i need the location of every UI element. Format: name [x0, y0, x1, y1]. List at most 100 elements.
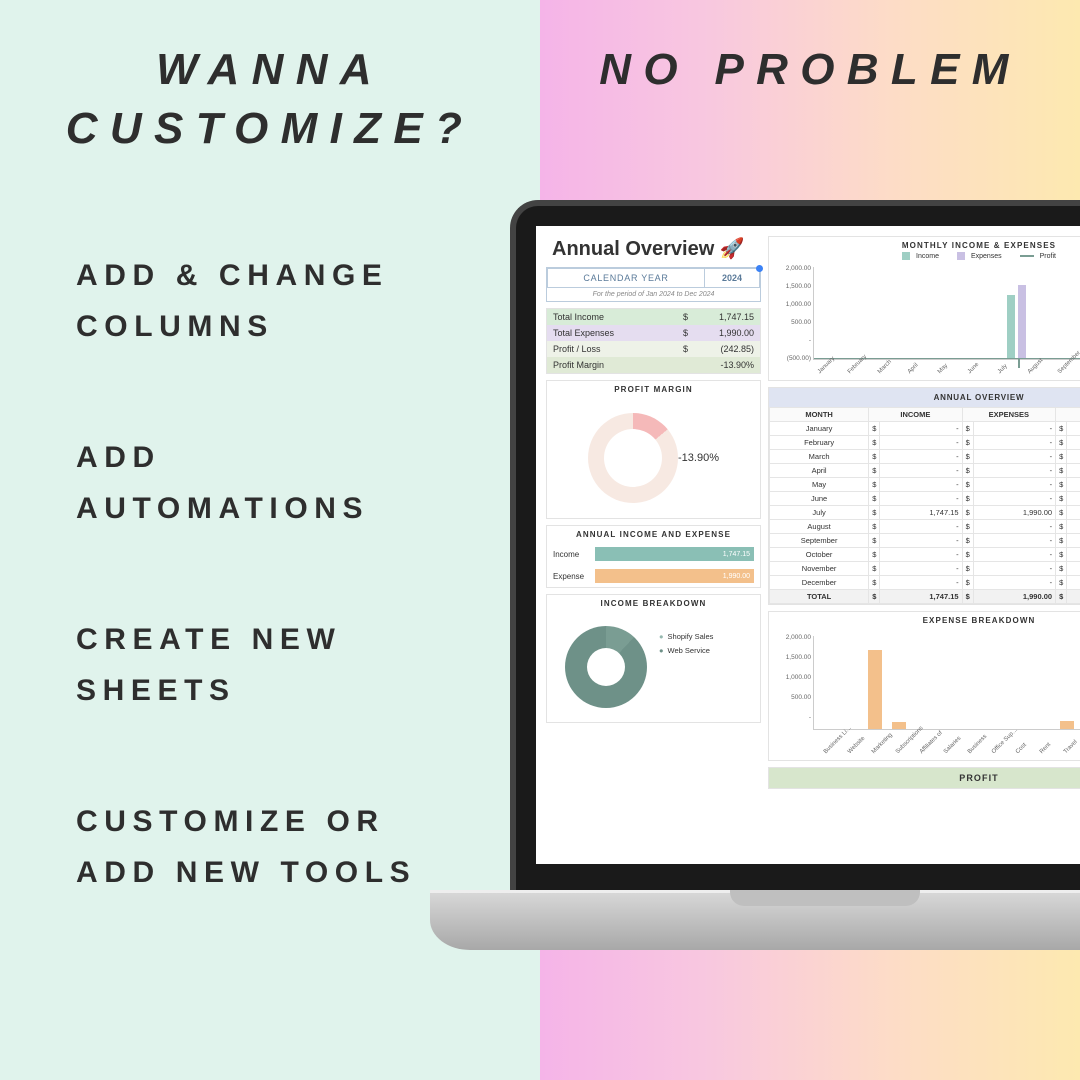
table-row: August$-$-$- [770, 520, 1080, 534]
monthly-chart-title: MONTHLY INCOME & EXPENSES [773, 241, 1080, 250]
currency-symbol: $ [683, 344, 699, 354]
annual-expense-bar: Expense 1,990.00 [547, 565, 760, 587]
income-breakdown-panel: INCOME BREAKDOWN Shopify Sales Web Servi… [546, 594, 761, 723]
currency-symbol: $ [683, 328, 699, 338]
cell-month: February [770, 436, 869, 450]
table-row: June$-$-$- [770, 492, 1080, 506]
xl: Cost [1015, 742, 1028, 755]
promo-canvas: WANNA CUSTOMIZE? NO PROBLEM ADD & CHANGE… [0, 0, 1080, 1080]
legend-expenses: Expenses [953, 253, 1006, 260]
table-row: April$-$-$- [770, 464, 1080, 478]
laptop-screen: Annual Overview 🚀 CALENDAR YEAR 2024 For… [536, 226, 1080, 864]
profit-dip [1018, 359, 1020, 368]
cell-expenses: - [973, 534, 1055, 548]
table-row: December$-$-$- [770, 576, 1080, 590]
total-profit: (242.85) [1067, 590, 1080, 604]
cell-expenses: - [973, 450, 1055, 464]
th-expenses: EXPENSES [962, 408, 1056, 422]
expense-breakdown-title: EXPENSE BREAKDOWN [773, 616, 1080, 625]
overview-total-row: TOTAL $1,747.15 $1,990.00 $(242.85) [770, 590, 1080, 604]
summary-profit-value: (242.85) [699, 344, 754, 354]
table-row: January$-$-$- [770, 422, 1080, 436]
legend-income: Income [898, 253, 943, 260]
laptop-screen-bezel: Annual Overview 🚀 CALENDAR YEAR 2024 For… [510, 200, 1080, 900]
summary-margin-label: Profit Margin [553, 360, 683, 370]
summary-income-row: Total Income $ 1,747.15 [547, 309, 760, 325]
bullet-1: ADD & CHANGE COLUMNS [76, 250, 456, 352]
cell-income: - [880, 450, 962, 464]
income-bar: 1,747.15 [595, 547, 754, 561]
dashboard-left-col: Annual Overview 🚀 CALENDAR YEAR 2024 For… [546, 236, 761, 729]
xl: Salaries [943, 736, 963, 756]
xl: March [877, 359, 893, 375]
cell-month: March [770, 450, 869, 464]
bullet-list: ADD & CHANGE COLUMNS ADD AUTOMATIONS CRE… [76, 250, 456, 978]
calendar-year-label: CALENDAR YEAR [548, 269, 704, 287]
ytick: - [773, 714, 811, 721]
summary-expense-value: 1,990.00 [699, 328, 754, 338]
xl: July [997, 363, 1009, 375]
cell-expenses: - [973, 576, 1055, 590]
table-row: March$-$-$- [770, 450, 1080, 464]
income-breakdown-chart: Shopify Sales Web Service [547, 612, 760, 722]
profit-margin-panel: PROFIT MARGIN -13.90% [546, 380, 761, 519]
currency-symbol: $ [683, 312, 699, 322]
xl: Website [847, 736, 867, 756]
ytick: 1,000.00 [773, 674, 811, 681]
cell-month: October [770, 548, 869, 562]
calendar-year-value[interactable]: 2024 [704, 269, 759, 287]
cell-expenses: - [973, 548, 1055, 562]
table-row: November$-$-$- [770, 562, 1080, 576]
cell-month: December [770, 576, 869, 590]
bar-july-income [1007, 295, 1015, 359]
ytick: 1,500.00 [773, 283, 811, 290]
table-row: May$-$-$- [770, 478, 1080, 492]
profit-footer: PROFIT [768, 767, 1080, 789]
th-profit: PROFIT [1056, 408, 1080, 422]
cell-profit: - [1067, 422, 1080, 436]
annual-income-bar: Income 1,747.15 [547, 543, 760, 565]
summary-profit-row: Profit / Loss $ (242.85) [547, 341, 760, 357]
th-month: MONTH [770, 408, 869, 422]
profit-margin-chart: -13.90% [547, 398, 760, 518]
summary-expense-label: Total Expenses [553, 328, 683, 338]
cell-income: - [880, 534, 962, 548]
cell-profit: - [1067, 450, 1080, 464]
legend-item-shopify: Shopify Sales [659, 630, 713, 644]
expense-bar [868, 650, 882, 729]
th-income: INCOME [869, 408, 962, 422]
cell-income: - [880, 492, 962, 506]
summary-margin-value: -13.90% [699, 360, 754, 370]
ytick: 1,500.00 [773, 654, 811, 661]
table-row: July$1,747.15$1,990.00$(242.85)-1 [770, 506, 1080, 520]
cell-income: - [880, 478, 962, 492]
income-breakdown-legend: Shopify Sales Web Service [659, 630, 713, 657]
cell-income: - [880, 436, 962, 450]
cell-profit: - [1067, 576, 1080, 590]
summary-margin-row: Profit Margin -13.90% [547, 357, 760, 373]
bullet-2: ADD AUTOMATIONS [76, 432, 456, 534]
profit-margin-title: PROFIT MARGIN [547, 381, 760, 398]
cell-month: November [770, 562, 869, 576]
cell-income: - [880, 562, 962, 576]
cell-expenses: - [973, 492, 1055, 506]
calendar-year-panel: CALENDAR YEAR 2024 For the period of Jan… [546, 267, 761, 302]
cell-income: - [880, 576, 962, 590]
cell-expenses: 1,990.00 [973, 506, 1055, 520]
xl: Affiliates of [919, 730, 944, 755]
legend-item-web: Web Service [659, 644, 713, 658]
donut-icon [588, 413, 678, 503]
dashboard-right-col: MONTHLY INCOME & EXPENSES Income Expense… [768, 236, 1080, 795]
cell-expenses: - [973, 520, 1055, 534]
xl: August [1027, 358, 1044, 375]
cell-month: April [770, 464, 869, 478]
xl: June [967, 362, 980, 375]
bullet-3: CREATE NEW SHEETS [76, 614, 456, 716]
cell-profit: (242.85) [1067, 506, 1080, 520]
income-breakdown-title: INCOME BREAKDOWN [547, 595, 760, 612]
expense-bar [892, 722, 906, 729]
period-text: For the period of Jan 2024 to Dec 2024 [547, 288, 760, 301]
cell-income: - [880, 422, 962, 436]
cell-income: - [880, 464, 962, 478]
cell-month: January [770, 422, 869, 436]
